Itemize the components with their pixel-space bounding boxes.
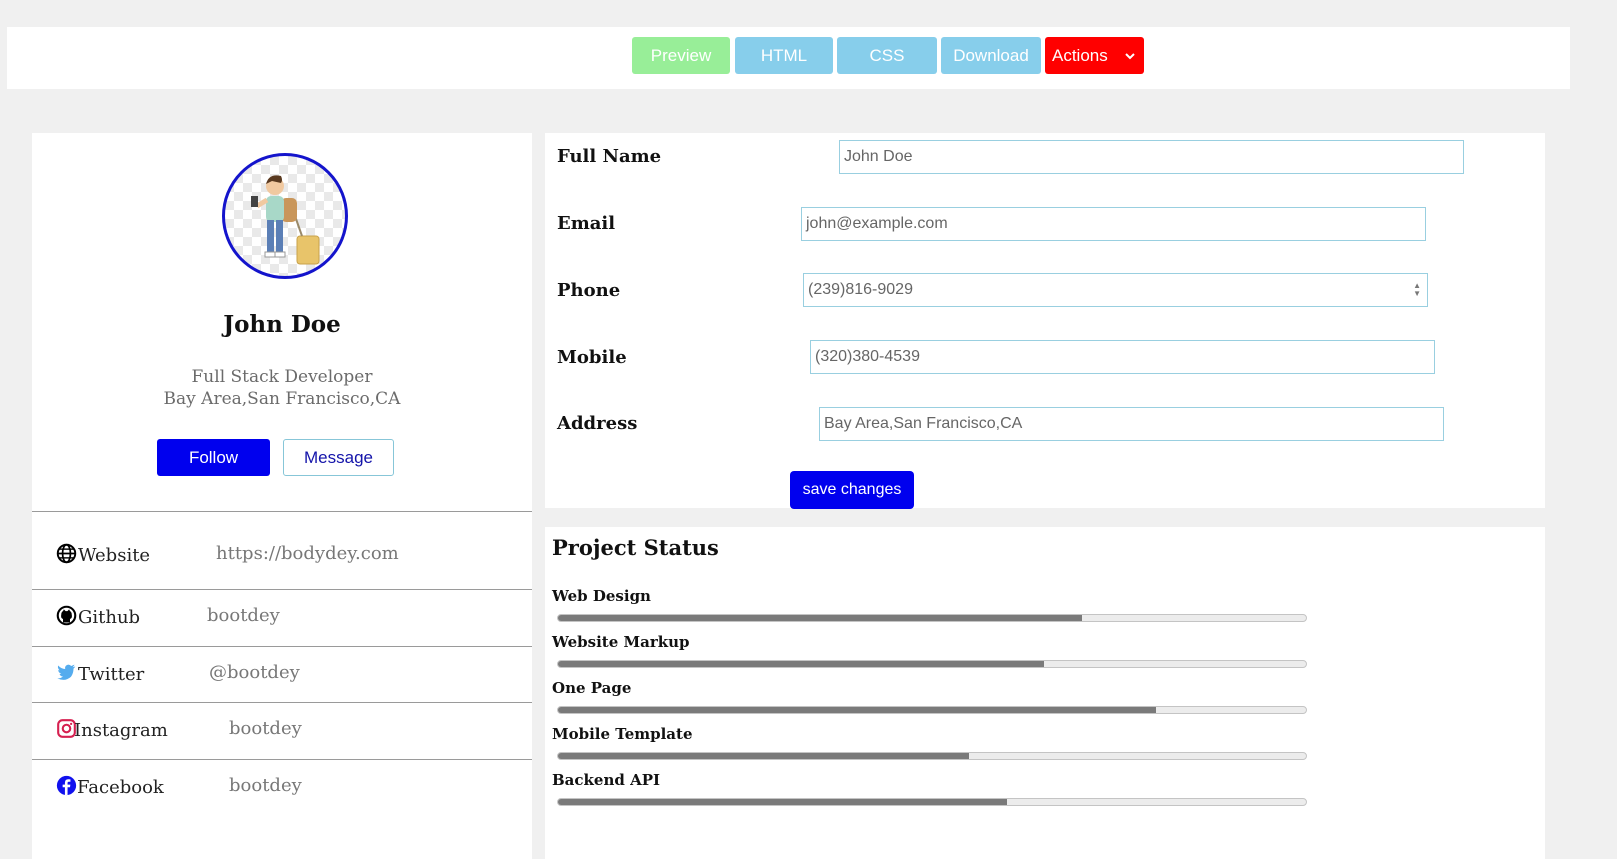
actions-label: Actions — [1052, 45, 1108, 65]
social-value: bootdey — [229, 718, 302, 739]
project-label: Backend API — [552, 771, 661, 789]
full-name-input[interactable]: John Doe — [839, 140, 1464, 174]
address-label: Address — [557, 413, 638, 434]
social-value: @bootdey — [209, 662, 300, 683]
project-label: Website Markup — [552, 633, 690, 651]
phone-input[interactable]: (239)816-9029 ▲ ▼ — [803, 273, 1428, 307]
project-status-title: Project Status — [552, 535, 719, 560]
social-row-facebook[interactable]: Facebook bootdey — [32, 759, 532, 815]
profile-name: John Doe — [223, 311, 341, 338]
progress-bar — [557, 660, 1307, 668]
progress-bar — [557, 798, 1307, 806]
progress-fill — [558, 707, 1157, 713]
profile-title: Full Stack Developer — [191, 367, 373, 387]
project-label: One Page — [552, 679, 632, 697]
mobile-label: Mobile — [557, 347, 627, 368]
number-stepper-icon[interactable]: ▲ ▼ — [1413, 282, 1421, 298]
divider — [32, 511, 532, 512]
social-label: Website — [78, 545, 151, 566]
email-input[interactable]: john@example.com — [801, 207, 1426, 241]
social-value: bootdey — [207, 605, 280, 626]
social-value: bootdey — [229, 775, 302, 796]
mobile-input[interactable]: (320)380-4539 — [810, 340, 1435, 374]
progress-bar — [557, 706, 1307, 714]
css-button[interactable]: CSS — [837, 37, 937, 74]
download-button[interactable]: Download — [941, 37, 1041, 74]
profile-location: Bay Area,San Francisco,CA — [163, 389, 401, 409]
traveler-illustration — [251, 175, 320, 265]
project-label: Mobile Template — [552, 725, 693, 743]
address-input[interactable]: Bay Area,San Francisco,CA — [819, 407, 1444, 441]
twitter-icon — [57, 664, 76, 680]
social-value: https://bodydey.com — [216, 543, 399, 564]
globe-icon — [56, 543, 77, 564]
preview-button[interactable]: Preview — [632, 37, 730, 74]
facebook-icon — [56, 775, 77, 796]
social-row-website[interactable]: Website https://bodydey.com — [32, 527, 532, 583]
actions-dropdown[interactable]: Actions — [1045, 37, 1144, 74]
social-label: Instagram — [74, 720, 168, 741]
full-name-label: Full Name — [557, 146, 662, 167]
social-label: Facebook — [77, 777, 164, 798]
message-button[interactable]: Message — [283, 439, 394, 476]
social-label: Github — [78, 607, 141, 628]
chevron-down-icon — [1125, 53, 1135, 60]
progress-fill — [558, 799, 1007, 805]
social-row-instagram[interactable]: Instagram bootdey — [32, 702, 532, 758]
social-label: Twitter — [78, 664, 145, 685]
social-row-twitter[interactable]: Twitter @bootdey — [32, 646, 532, 702]
project-status-card: Project Status Web Design Website Markup… — [545, 527, 1545, 859]
phone-label: Phone — [557, 280, 621, 301]
follow-button[interactable]: Follow — [157, 439, 270, 476]
phone-value: (239)816-9029 — [808, 281, 913, 298]
progress-bar — [557, 752, 1307, 760]
profile-card: John Doe Full Stack Developer Bay Area,S… — [32, 133, 532, 859]
avatar — [222, 153, 348, 279]
toolbar: Preview HTML CSS Download Actions — [7, 27, 1570, 89]
html-button[interactable]: HTML — [735, 37, 833, 74]
github-icon — [56, 605, 77, 626]
progress-fill — [558, 661, 1045, 667]
profile-form-card: Full Name John Doe Email john@example.co… — [545, 133, 1545, 509]
social-row-github[interactable]: Github bootdey — [32, 589, 532, 645]
progress-bar — [557, 614, 1307, 622]
progress-fill — [558, 615, 1082, 621]
project-label: Web Design — [552, 587, 651, 605]
email-label: Email — [557, 213, 616, 234]
save-changes-button[interactable]: save changes — [790, 471, 914, 509]
progress-fill — [558, 753, 970, 759]
